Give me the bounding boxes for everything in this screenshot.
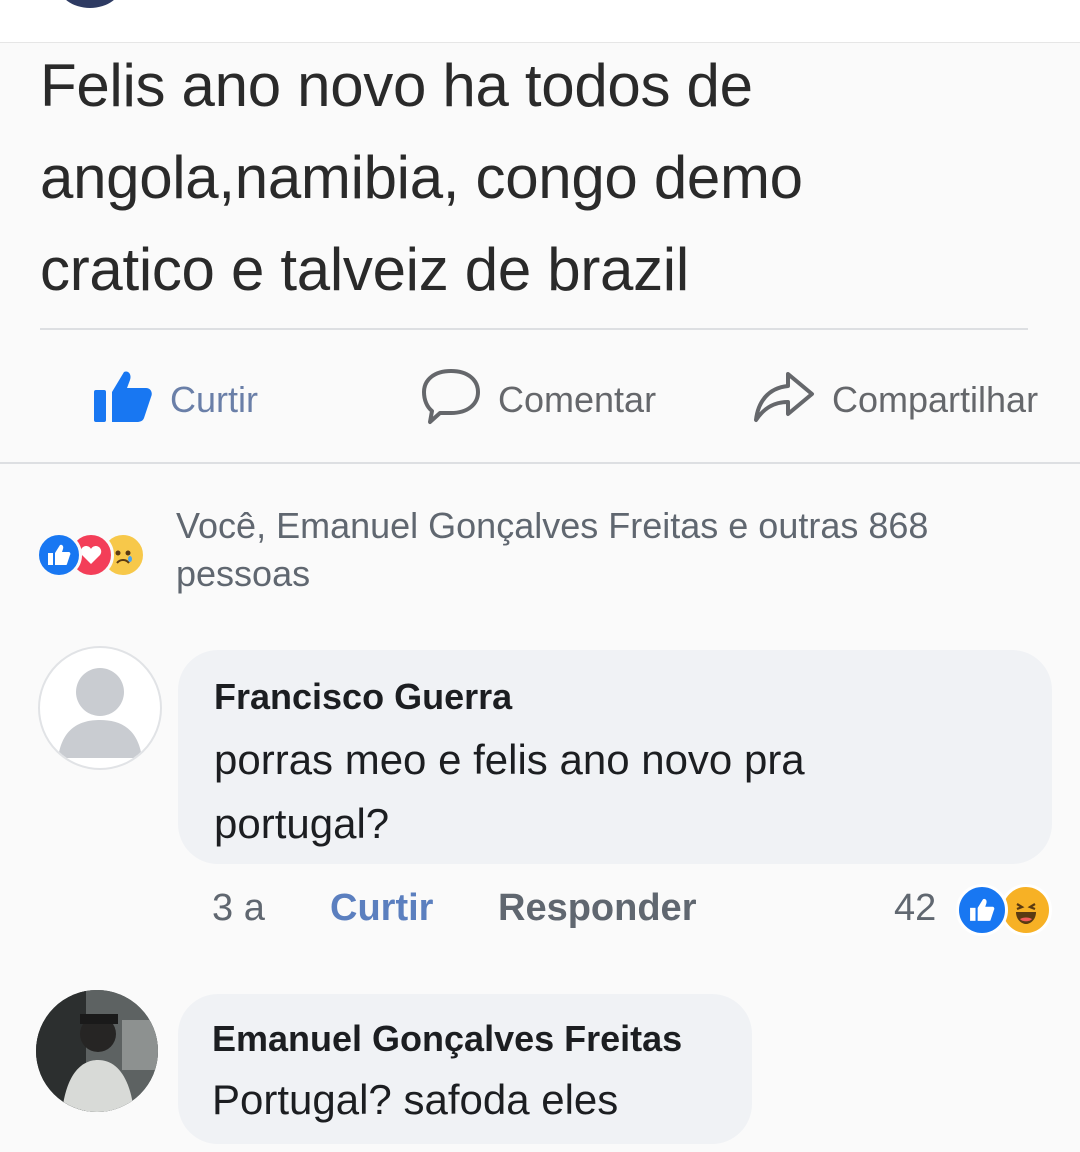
thumbs-up-icon — [92, 368, 154, 433]
post-action-bar: Curtir Comentar Compartilhar — [0, 360, 1080, 440]
post-header-strip — [0, 0, 1080, 43]
reaction-icons — [36, 532, 176, 578]
like-button[interactable]: Curtir — [92, 360, 258, 440]
facebook-post-screenshot: Felis ano novo ha todos de angola,namibi… — [0, 0, 1080, 1152]
share-label: Compartilhar — [832, 379, 1039, 420]
post-text-line: Felis ano novo ha todos de — [40, 52, 753, 119]
comment-text: porras meo e felis ano novo pra portugal… — [214, 728, 805, 856]
poster-avatar[interactable] — [58, 0, 122, 8]
post-text-line: angola,namibia, congo demo — [40, 144, 803, 211]
post-text: Felis ano novo ha todos de angola,namibi… — [40, 40, 1030, 316]
like-label: Curtir — [170, 379, 258, 420]
comment-author[interactable]: Francisco Guerra — [214, 676, 512, 718]
comment-text-line: portugal? — [214, 800, 390, 847]
comment-text: Portugal? safoda eles — [212, 1068, 618, 1132]
share-arrow-icon — [752, 368, 816, 433]
like-reaction-icon — [956, 884, 1008, 936]
post-text-line: cratico e talveiz de brazil — [40, 236, 689, 303]
comment-text-line: Portugal? safoda eles — [212, 1076, 619, 1123]
reactions-summary-line: Você, Emanuel Gonçalves Freitas e outras… — [176, 505, 929, 546]
comment-like-button[interactable]: Curtir — [330, 880, 433, 936]
share-button[interactable]: Compartilhar — [752, 360, 1038, 440]
comment-label: Comentar — [498, 379, 657, 420]
reactions-summary-line: pessoas — [176, 553, 311, 594]
comment-age[interactable]: 3 a — [212, 880, 265, 936]
divider — [40, 328, 1028, 330]
comment-reply-button[interactable]: Responder — [498, 880, 696, 936]
divider — [0, 462, 1080, 464]
comment-button[interactable]: Comentar — [420, 360, 656, 440]
speech-bubble-icon — [420, 367, 482, 434]
like-reaction-icon — [36, 532, 82, 578]
comment-avatar-photo[interactable] — [36, 990, 158, 1112]
comment-bubble: Emanuel Gonçalves Freitas Portugal? safo… — [178, 994, 752, 1144]
default-user-icon — [58, 668, 142, 758]
comment-author[interactable]: Emanuel Gonçalves Freitas — [212, 1018, 682, 1060]
comment-text-line: porras meo e felis ano novo pra — [214, 736, 805, 783]
comment-bubble: Francisco Guerra porras meo e felis ano … — [178, 650, 1052, 864]
comment-avatar-default[interactable] — [38, 646, 162, 770]
comment-reaction-count[interactable]: 42 — [894, 880, 936, 936]
reactions-summary-text: Você, Emanuel Gonçalves Freitas e outras… — [176, 502, 1066, 598]
profile-photo — [36, 990, 158, 1112]
